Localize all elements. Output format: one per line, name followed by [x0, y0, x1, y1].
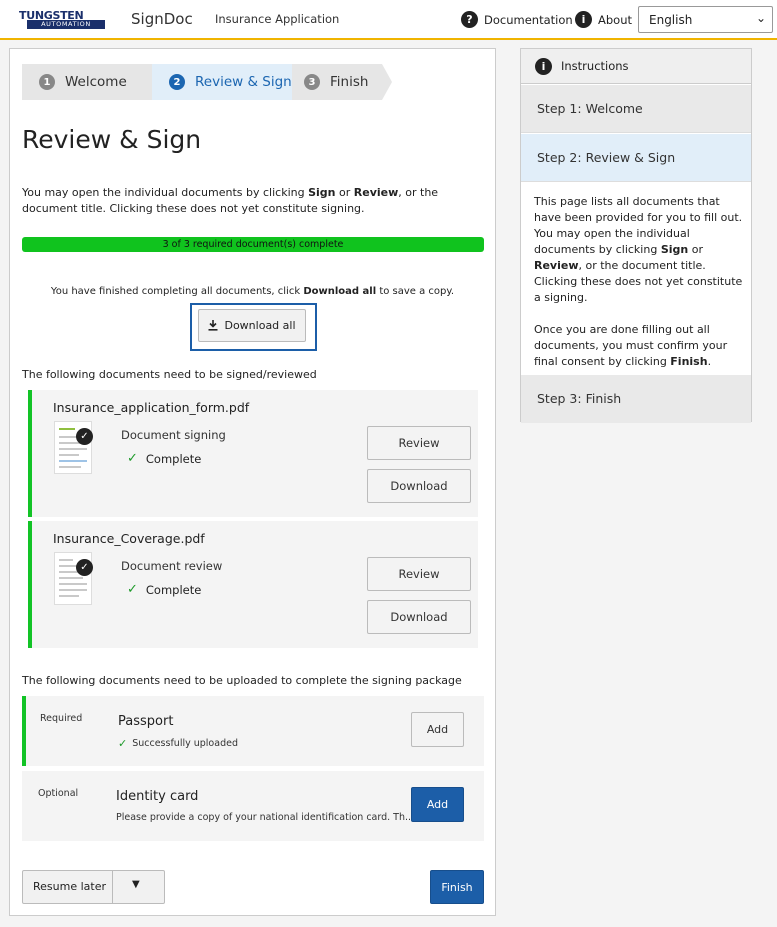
document-card: Insurance_application_form.pdf ✓ Documen…	[28, 390, 478, 517]
instructions-text: or	[688, 243, 703, 256]
instructions-paragraph: This page lists all documents that have …	[534, 194, 744, 306]
sign-section-label: The following documents need to be signe…	[22, 368, 317, 381]
intro-text: You may open the individual documents by…	[22, 185, 482, 217]
instructions-bold: Review	[534, 259, 579, 272]
check-icon: ✓	[118, 737, 128, 750]
optional-tag: Optional	[38, 788, 79, 799]
progress-stepper: 1 Welcome 2 Review & Sign 3 Finish	[22, 64, 392, 100]
step-label: Finish	[330, 74, 369, 90]
instructions-header[interactable]: i Instructions	[521, 49, 751, 84]
step-number: 3	[304, 74, 320, 90]
check-circle-icon: ✓	[76, 559, 93, 576]
upload-name: Passport	[118, 714, 174, 729]
upload-card-identity: Optional Identity card Please provide a …	[22, 771, 484, 841]
download-all-label: Download all	[224, 319, 296, 332]
finished-text-part: to save a copy.	[376, 286, 455, 297]
required-tag: Required	[40, 713, 83, 724]
intro-review-bold: Review	[353, 186, 399, 199]
instructions-bold: Finish	[670, 355, 708, 368]
upload-status: ✓ Successfully uploaded	[118, 737, 238, 750]
resume-later-button[interactable]: Resume later	[33, 880, 106, 893]
about-label: About	[598, 12, 633, 27]
instruction-step-welcome[interactable]: Step 1: Welcome	[521, 85, 751, 133]
step-label: Review & Sign	[195, 74, 292, 90]
review-button[interactable]: Review	[367, 426, 471, 460]
check-circle-icon: ✓	[76, 428, 93, 445]
add-identity-button[interactable]: Add	[411, 787, 464, 822]
finished-bold: Download all	[303, 286, 377, 297]
document-thumbnail[interactable]: ✓	[54, 421, 93, 474]
finished-text-part: You have finished completing all documen…	[50, 286, 304, 297]
upload-card-passport: Required Passport ✓ Successfully uploade…	[22, 696, 484, 766]
step-finish[interactable]: 3 Finish	[292, 64, 382, 100]
download-button[interactable]: Download	[367, 469, 471, 503]
info-circle-icon: i	[535, 57, 552, 75]
app-name: SignDoc	[131, 10, 193, 28]
review-button[interactable]: Review	[367, 557, 471, 591]
step-welcome[interactable]: 1 Welcome	[22, 64, 152, 100]
instruction-step-finish[interactable]: Step 3: Finish	[521, 375, 751, 423]
instructions-text: This page lists all documents that have …	[534, 195, 743, 256]
check-icon: ✓	[127, 451, 138, 466]
completion-progress-bar: 3 of 3 required document(s) complete	[22, 237, 484, 252]
download-button[interactable]: Download	[367, 600, 471, 634]
intro-sign-bold: Sign	[308, 186, 336, 199]
language-value: English	[649, 13, 693, 27]
documentation-label: Documentation	[484, 12, 573, 27]
instructions-panel: i Instructions Step 1: Welcome Step 2: R…	[520, 48, 752, 423]
upload-status-label: Successfully uploaded	[132, 738, 238, 749]
document-title-link[interactable]: Insurance_Coverage.pdf	[53, 531, 205, 546]
instructions-bold: Sign	[660, 243, 689, 256]
document-status: ✓ Complete	[127, 451, 201, 466]
document-title-link[interactable]: Insurance_application_form.pdf	[53, 400, 249, 415]
instruction-step-review-sign[interactable]: Step 2: Review & Sign	[521, 134, 751, 182]
step-label: Welcome	[65, 74, 127, 90]
split-divider	[112, 871, 113, 903]
logo-bottom-text: AUTOMATION	[27, 20, 105, 29]
finish-button[interactable]: Finish	[430, 870, 484, 904]
app-subtitle: Insurance Application	[215, 12, 340, 26]
add-passport-button[interactable]: Add	[411, 712, 464, 747]
step-arrow	[382, 64, 392, 100]
upload-description: Please provide a copy of your national i…	[116, 812, 415, 823]
main-panel: 1 Welcome 2 Review & Sign 3 Finish Revie…	[9, 48, 496, 916]
step-number: 1	[39, 74, 55, 90]
document-card: Insurance_Coverage.pdf ✓ Document review…	[28, 521, 478, 648]
download-all-button[interactable]: Download all	[198, 309, 306, 342]
download-icon	[208, 320, 218, 331]
language-select[interactable]: English ⌄	[638, 6, 773, 33]
step-review-sign[interactable]: 2 Review & Sign	[152, 64, 292, 100]
info-circle-icon: i	[575, 11, 592, 28]
top-bar: TUNGSTEN AUTOMATION SignDoc Insurance Ap…	[0, 0, 777, 40]
finished-message: You have finished completing all documen…	[10, 286, 495, 297]
document-type: Document review	[121, 559, 223, 573]
document-status-label: Complete	[145, 582, 202, 597]
document-type: Document signing	[121, 428, 226, 442]
tungsten-logo[interactable]: TUNGSTEN AUTOMATION	[19, 9, 105, 29]
instructions-title: Instructions	[561, 59, 629, 73]
document-status-label: Complete	[145, 451, 202, 466]
document-status: ✓ Complete	[127, 582, 201, 597]
check-icon: ✓	[127, 582, 138, 597]
question-circle-icon: ?	[461, 11, 478, 28]
instructions-text: .	[707, 355, 712, 368]
intro-text-part: You may open the individual documents by…	[22, 186, 309, 199]
chevron-down-icon: ⌄	[755, 11, 766, 25]
upload-name: Identity card	[116, 789, 199, 804]
intro-text-part: or	[335, 186, 354, 199]
resume-later-split-button: Resume later ▼	[22, 870, 165, 904]
caret-down-icon[interactable]: ▼	[132, 879, 140, 890]
upload-section-label: The following documents need to be uploa…	[22, 674, 462, 687]
instructions-body: This page lists all documents that have …	[534, 194, 744, 370]
page-title: Review & Sign	[22, 125, 202, 154]
step-number: 2	[169, 74, 185, 90]
documentation-link[interactable]: ? Documentation	[461, 11, 573, 28]
about-link[interactable]: i About	[575, 11, 632, 28]
instructions-paragraph: Once you are done filling out all docume…	[534, 322, 744, 370]
document-thumbnail[interactable]: ✓	[54, 552, 93, 605]
